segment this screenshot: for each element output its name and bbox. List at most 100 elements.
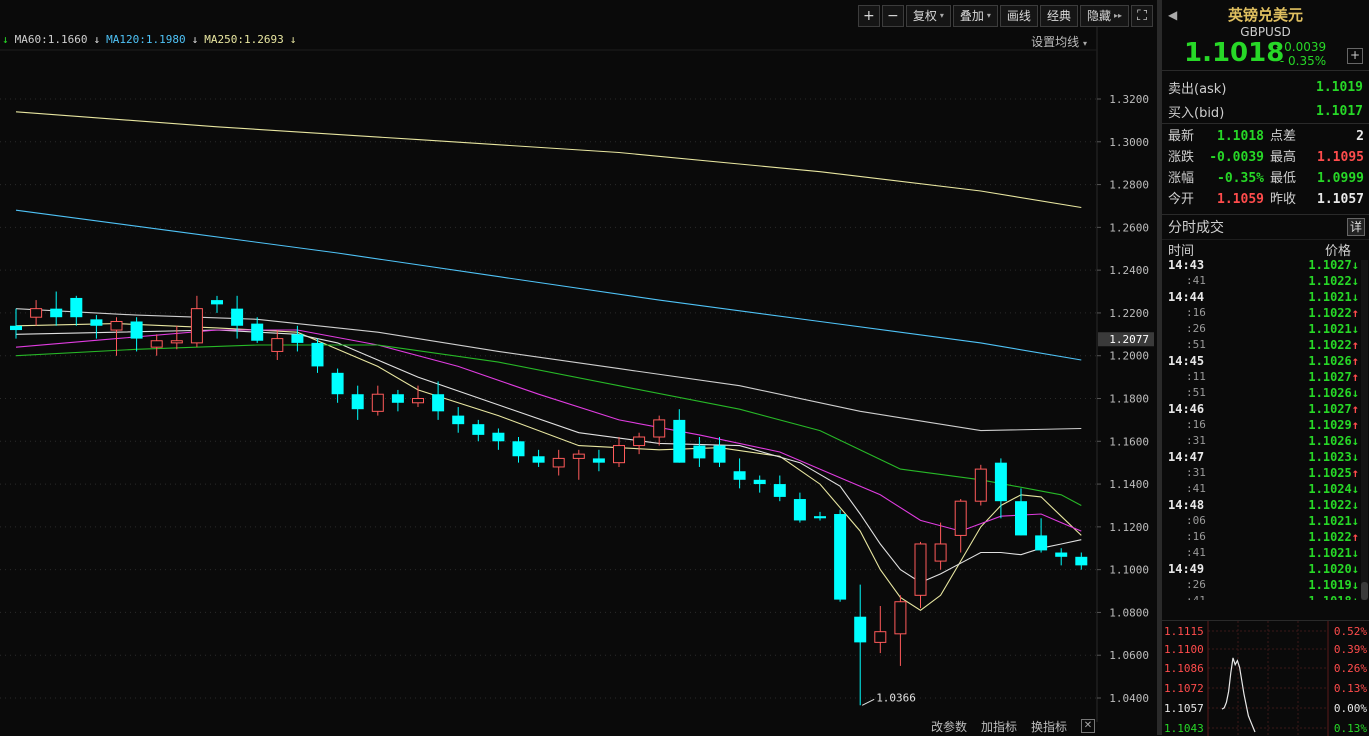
ma-settings-dropdown[interactable]: 设置均线 ▾ <box>1031 33 1087 50</box>
ma60-arrow-icon: ↓ <box>2 33 9 46</box>
price-tick-label: 1.0600 <box>1109 649 1149 662</box>
arrow-up-icon: ↑ <box>1351 306 1359 320</box>
candlestick-chart[interactable]: 1.3200 1.3000 1.2800 1.2600 1.2400 1.2200 1.20… <box>0 0 1157 735</box>
candle-body <box>190 308 203 344</box>
tick-time: 14:45 <box>1168 354 1205 368</box>
tick-time: :31 <box>1186 466 1206 479</box>
tick-time: 14:49 <box>1168 562 1205 576</box>
candle-up <box>170 325 183 350</box>
candle-body <box>10 325 22 331</box>
edit-params-button[interactable]: 改参数 <box>931 718 967 735</box>
hide-panel-button[interactable]: 隐藏 ▸▸ <box>1079 5 1129 27</box>
tick-time: :51 <box>1186 386 1206 399</box>
candle-body <box>733 471 746 480</box>
stat-label: 最高 <box>1270 150 1297 165</box>
intraday-mini-chart[interactable]: 1.1115 0.52% 1.1100 0.39% 1.1086 0.26% 1.1072 0… <box>1162 620 1369 736</box>
tick-time: 14:43 <box>1168 258 1205 272</box>
tick-price: 1.1022↑ <box>1308 530 1359 546</box>
chart-toolbar: + − 复权 ▾ 叠加 ▾ 画线 经典 隐藏 ▸▸ ⛶ <box>857 5 1153 27</box>
tick-row: :51 1.1026↓ <box>1162 386 1369 402</box>
candle-up <box>371 385 384 416</box>
switch-indicator-button[interactable]: 换指标 <box>1031 718 1067 735</box>
tick-row: :41 1.1022↓ <box>1162 274 1369 290</box>
ma-line-ma250 <box>15 111 1082 209</box>
mini-pct-label: 0.13% <box>1334 682 1367 695</box>
ask-value: 1.1019 <box>1316 79 1363 95</box>
mini-pct-label: 0.13% <box>1334 722 1367 735</box>
tick-price-value: 1.1021 <box>1308 322 1352 336</box>
ticks-columns: 时间 价格 <box>1162 240 1369 259</box>
candle-body <box>1015 501 1027 536</box>
tick-row: 14:49 1.1020↓ <box>1162 562 1369 578</box>
candle-body <box>472 424 485 435</box>
tick-price-value: 1.1022 <box>1308 274 1352 288</box>
candle-body <box>211 300 223 305</box>
candle-down <box>592 449 605 472</box>
candle-body <box>50 308 63 318</box>
ma60-value: MA60:1.1660 <box>14 33 88 46</box>
tick-price-value: 1.1021 <box>1308 514 1352 528</box>
candle-up <box>894 595 907 666</box>
quote-header: ◀ 英镑兑美元 GBPUSD 1.1018 - 0.0039 - 0.35% + <box>1162 0 1369 71</box>
fullscreen-button[interactable]: ⛶ <box>1131 5 1153 27</box>
candle-down <box>1035 518 1048 553</box>
classic-view-button[interactable]: 经典 <box>1039 5 1078 27</box>
ma60-down-icon: ↓ <box>93 33 101 46</box>
tick-row: :16 1.1022↑ <box>1162 530 1369 546</box>
tick-price: 1.1022↓ <box>1308 274 1359 290</box>
ticks-scrollbar[interactable] <box>1361 260 1368 600</box>
fuquan-dropdown[interactable]: 复权 ▾ <box>905 5 951 27</box>
mini-pct-label: 0.00% <box>1334 702 1367 715</box>
tick-time: 14:48 <box>1168 498 1205 512</box>
change-value: - 0.0039 <box>1276 40 1327 54</box>
candle-up <box>934 522 947 570</box>
candle-up <box>633 432 646 455</box>
tick-time: 14:47 <box>1168 450 1205 464</box>
tick-price: 1.1018↓ <box>1308 594 1359 600</box>
ask-bid-quotes: 卖出(ask) 1.1019 买入(bid) 1.1017 <box>1162 71 1369 124</box>
symbol-name: 英镑兑美元 <box>1227 6 1303 24</box>
stat-label: 最新 <box>1168 129 1195 144</box>
price-tick-label: 1.1200 <box>1109 521 1149 534</box>
price-tick-label: 1.1600 <box>1109 435 1149 448</box>
arrow-down-icon: ↓ <box>1351 498 1359 512</box>
fuquan-label: 复权 <box>912 9 937 23</box>
scroll-thumb[interactable] <box>1361 582 1368 600</box>
price-tick-label: 1.2600 <box>1109 221 1149 234</box>
zoom-in-button[interactable]: + <box>857 5 880 27</box>
mini-chart-svg: 1.1115 0.52% 1.1100 0.39% 1.1086 0.26% 1.1072 0… <box>1164 621 1367 736</box>
tick-time: 14:44 <box>1168 290 1205 304</box>
tick-price: 1.1022↑ <box>1308 338 1359 354</box>
close-indicator-icon[interactable]: ✕ <box>1081 719 1095 733</box>
col-price: 价格 <box>1324 244 1351 259</box>
candle-down <box>814 511 826 521</box>
candle-body <box>613 445 625 464</box>
tick-price-value: 1.1018 <box>1308 594 1351 600</box>
add-indicator-button[interactable]: 加指标 <box>981 718 1017 735</box>
kline-chart-area[interactable]: 1.3200 1.3000 1.2800 1.2600 1.2400 1.2200 1.20… <box>0 0 1157 735</box>
tick-price-value: 1.1026 <box>1308 386 1352 400</box>
candle-body <box>894 601 907 635</box>
stat-label: 昨收 <box>1270 192 1297 207</box>
tick-price-value: 1.1027 <box>1308 258 1352 272</box>
candle-down <box>90 315 103 339</box>
candle-body <box>834 514 847 600</box>
candle-body <box>391 394 404 403</box>
price-tick-label: 1.0800 <box>1109 606 1149 619</box>
overlay-dropdown[interactable]: 叠加 ▾ <box>952 5 998 27</box>
add-watchlist-icon[interactable]: + <box>1347 48 1363 64</box>
candle-down <box>773 475 786 502</box>
candle-body <box>271 338 284 352</box>
mini-pct-label: 0.39% <box>1334 643 1367 656</box>
tick-price: 1.1029↑ <box>1308 418 1359 434</box>
bid-row: 买入(bid) 1.1017 <box>1162 99 1369 123</box>
zoom-out-button[interactable]: − <box>881 5 904 27</box>
detail-button[interactable]: 详 <box>1347 218 1365 236</box>
tick-price: 1.1025↑ <box>1308 466 1359 482</box>
tick-price: 1.1022↓ <box>1308 498 1359 514</box>
candle-body <box>1075 556 1088 566</box>
draw-line-button[interactable]: 画线 <box>999 5 1038 27</box>
stat-label: 最低 <box>1270 171 1297 186</box>
tick-time: :16 <box>1186 530 1206 543</box>
tick-list[interactable]: 14:43 1.1027↓:41 1.1022↓ 14:44 1.1021↓:16 1.1… <box>1162 258 1369 600</box>
